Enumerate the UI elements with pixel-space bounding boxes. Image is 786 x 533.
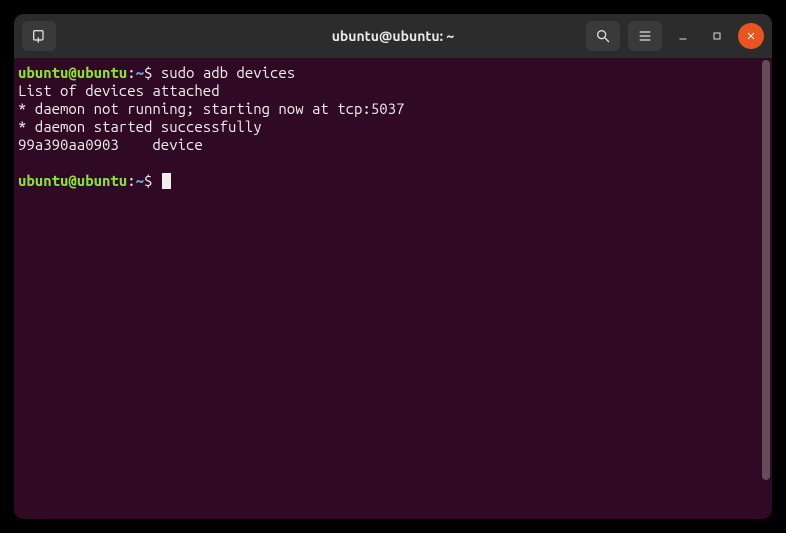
titlebar: ubuntu@ubuntu: ~: [14, 14, 772, 58]
maximize-button[interactable]: [704, 23, 730, 49]
new-tab-button[interactable]: [22, 21, 56, 51]
maximize-icon: [711, 30, 723, 42]
output-line: * daemon not running; starting now at tc…: [18, 100, 404, 117]
command-text: sudo adb devices: [161, 64, 295, 81]
output-line: 99a390aa0903 device: [18, 136, 203, 153]
output-line: List of devices attached: [18, 82, 220, 99]
search-button[interactable]: [586, 21, 620, 51]
new-tab-icon: [31, 28, 47, 44]
prompt-user: ubuntu@ubuntu: [18, 64, 127, 81]
prompt-colon: :: [127, 172, 135, 189]
prompt-path: ~: [136, 172, 144, 189]
prompt-user: ubuntu@ubuntu: [18, 172, 127, 189]
cursor-block: [162, 173, 171, 189]
minimize-button[interactable]: [670, 23, 696, 49]
menu-button[interactable]: [628, 21, 662, 51]
terminal-area[interactable]: ubuntu@ubuntu:~$ sudo adb devices List o…: [14, 58, 760, 519]
close-icon: [745, 30, 757, 42]
prompt-path: ~: [136, 64, 144, 81]
hamburger-icon: [637, 28, 653, 44]
minimize-icon: [677, 30, 689, 42]
terminal-window: ubuntu@ubuntu: ~: [14, 14, 772, 519]
output-line: * daemon started successfully: [18, 118, 262, 135]
prompt-symbol: $: [144, 172, 152, 189]
scrollbar[interactable]: [760, 58, 772, 519]
scrollbar-thumb[interactable]: [762, 60, 770, 480]
search-icon: [595, 28, 611, 44]
prompt-colon: :: [127, 64, 135, 81]
close-button[interactable]: [738, 23, 764, 49]
prompt-symbol: $: [144, 64, 152, 81]
